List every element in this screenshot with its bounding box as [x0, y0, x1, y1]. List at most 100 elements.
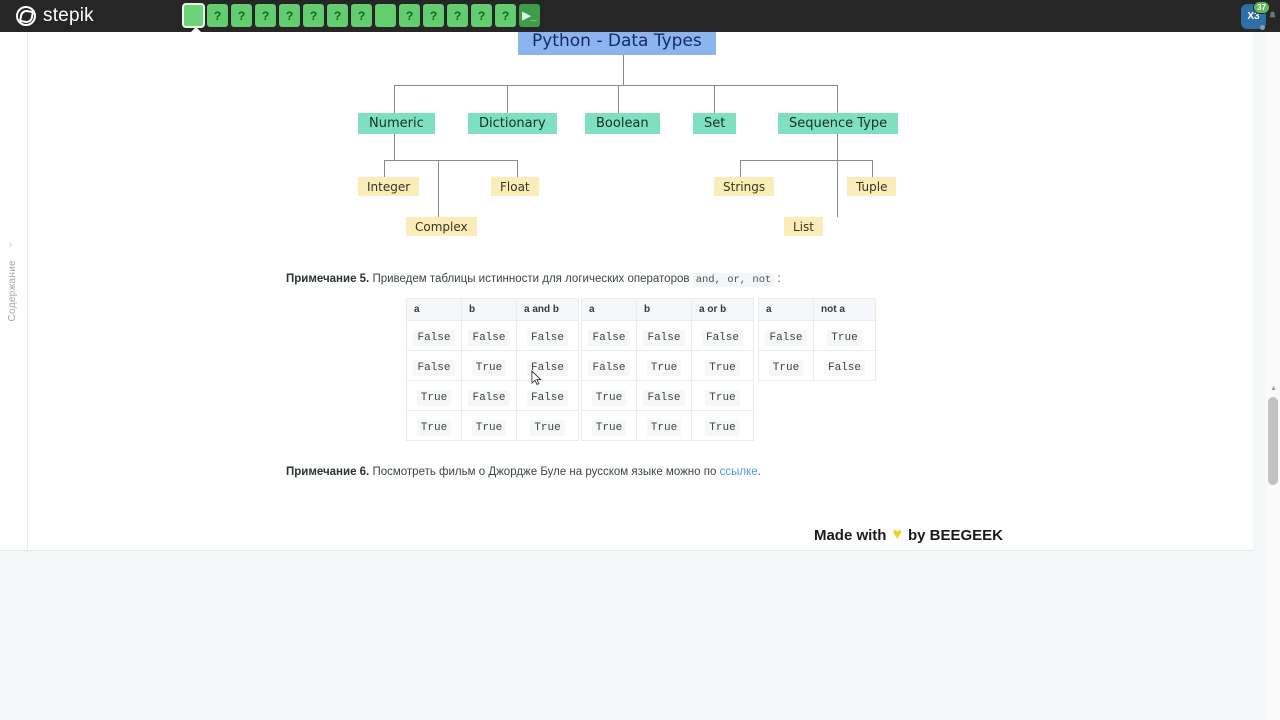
diagram-node-set: Set	[693, 113, 737, 134]
step-indicator-10[interactable]: ?	[399, 4, 420, 27]
table-1-header-2: a or b	[691, 298, 754, 321]
note-5-code: and, or, not	[692, 273, 775, 287]
step-indicator-11[interactable]: ?	[423, 4, 444, 27]
table-1-header-1: b	[636, 298, 692, 321]
table-cell: True	[461, 350, 517, 381]
step-indicator-7[interactable]: ?	[327, 4, 348, 27]
diagram-node-title: Python - Data Types	[518, 32, 716, 55]
diagram-node-numeric: Numeric	[358, 113, 435, 134]
table-cell: True	[691, 380, 754, 411]
note-6-text: Посмотреть фильм о Джордже Буле на русск…	[372, 466, 717, 478]
table-row: True False True	[581, 380, 754, 411]
table-cell: False	[516, 380, 579, 411]
step-indicator-9[interactable]	[375, 4, 396, 27]
diagram-line	[740, 160, 873, 161]
brand-name: stepik	[43, 5, 94, 26]
table-cell: False	[691, 320, 754, 351]
step-indicator-14[interactable]: ?	[495, 4, 516, 27]
table-cell: False	[581, 350, 637, 381]
table-cell: True	[581, 380, 637, 411]
diagram-line	[837, 134, 838, 217]
diagram-node-boolean: Boolean	[585, 113, 660, 134]
diagram-node-complex: Complex	[406, 217, 477, 236]
page-scrollbar-track[interactable]: ▲ ▼	[1265, 32, 1280, 720]
diagram-line	[394, 85, 395, 113]
step-indicator-3[interactable]: ?	[231, 4, 252, 27]
step-indicator-2[interactable]: ?	[207, 4, 228, 27]
table-0-header-1: b	[461, 298, 517, 321]
diagram-line	[507, 85, 508, 113]
table-2-header-1: not a	[813, 298, 876, 321]
note-5-prefix: Примечание 5.	[286, 273, 370, 285]
table-row: True True True	[581, 410, 754, 441]
diagram-line	[517, 160, 518, 177]
expand-sidebar-icon[interactable]: ›	[9, 239, 12, 250]
table-cell: True	[813, 320, 876, 351]
table-row: False False False	[406, 320, 579, 351]
step-indicator-8[interactable]: ?	[351, 4, 372, 27]
sidebar-contents-label[interactable]: Содержание	[7, 260, 18, 321]
diagram-line	[618, 85, 619, 113]
note-6: Примечание 6. Посмотреть фильм о Джордже…	[286, 464, 986, 481]
table-cell: True	[758, 350, 814, 381]
table-row: False True False	[406, 350, 579, 381]
step-indicator-15[interactable]: ▶_	[519, 4, 540, 27]
diagram-line	[714, 85, 715, 113]
stepik-logo-icon	[16, 6, 36, 26]
step-indicator-4[interactable]: ?	[255, 4, 276, 27]
scroll-up-icon[interactable]: ▲	[1270, 385, 1277, 392]
step-indicator-12[interactable]: ?	[447, 4, 468, 27]
note-5-text: Приведем таблицы истинности для логическ…	[372, 273, 690, 285]
note-5: Примечание 5. Приведем таблицы истинност…	[286, 271, 986, 289]
page-scrollbar-thumb[interactable]	[1268, 397, 1278, 485]
step-indicator-6[interactable]: ?	[303, 4, 324, 27]
table-row: False True True	[581, 350, 754, 381]
table-cell: False	[581, 320, 637, 351]
table-cell: True	[636, 350, 692, 381]
table-row: False True	[758, 320, 876, 351]
george-boole-film-link[interactable]: ссылке	[720, 466, 758, 478]
table-cell: False	[813, 350, 876, 381]
table-cell: False	[461, 320, 517, 351]
table-row: True False False	[406, 380, 579, 411]
step-indicator-1[interactable]	[182, 3, 205, 28]
content-sidebar-rail: › Содержание	[0, 32, 28, 550]
note-6-prefix: Примечание 6.	[286, 466, 370, 478]
note-5-suffix: :	[777, 273, 781, 285]
diagram-line	[623, 55, 624, 85]
made-by-beegeek-footer: Made with ♥ by BEEGEEK	[814, 526, 1003, 544]
lesson-content-area: Python - Data Types Numeric Dictionary B…	[28, 32, 1253, 550]
stepik-logo[interactable]: stepik	[16, 5, 94, 27]
step-progress-list: ???????????? ▶_	[182, 3, 540, 28]
table-cell: False	[406, 320, 462, 351]
diagram-line	[394, 134, 395, 160]
made-with-suffix: by BEEGEEK	[907, 526, 1003, 544]
table-cell: True	[516, 410, 579, 441]
diagram-node-strings: Strings	[714, 177, 775, 196]
table-cell: True	[461, 410, 517, 441]
lesson-footer-panel: 707 9 Шаг 1 Следующий шаг › 21 Комментар…	[0, 551, 1253, 720]
diagram-line	[394, 85, 838, 86]
note-6-suffix: .	[757, 466, 761, 478]
step-indicator-13[interactable]: ?	[471, 4, 492, 27]
diagram-node-float: Float	[491, 177, 539, 196]
diagram-node-list: List	[784, 217, 823, 236]
table-cell: False	[758, 320, 814, 351]
diagram-node-tuple: Tuple	[847, 177, 897, 196]
table-row: True False	[758, 350, 876, 381]
diagram-line	[740, 160, 741, 177]
table-row: True True True	[406, 410, 579, 441]
bell-icon[interactable]	[1267, 11, 1278, 21]
table-cell: False	[516, 350, 579, 381]
stepik-lesson-page: stepik ???????????? ▶_ X3 37 › Содержание…	[0, 0, 1280, 720]
table-cell: False	[406, 350, 462, 381]
diagram-line	[837, 85, 838, 113]
table-cell: True	[691, 410, 754, 441]
diagram-node-sequence-type: Sequence Type	[778, 113, 899, 134]
table-0-header-0: a	[406, 298, 462, 321]
table-cell: True	[406, 410, 462, 441]
diagram-line	[438, 160, 439, 217]
status-dot-icon	[1260, 25, 1265, 30]
table-cell: False	[636, 380, 692, 411]
step-indicator-5[interactable]: ?	[279, 4, 300, 27]
